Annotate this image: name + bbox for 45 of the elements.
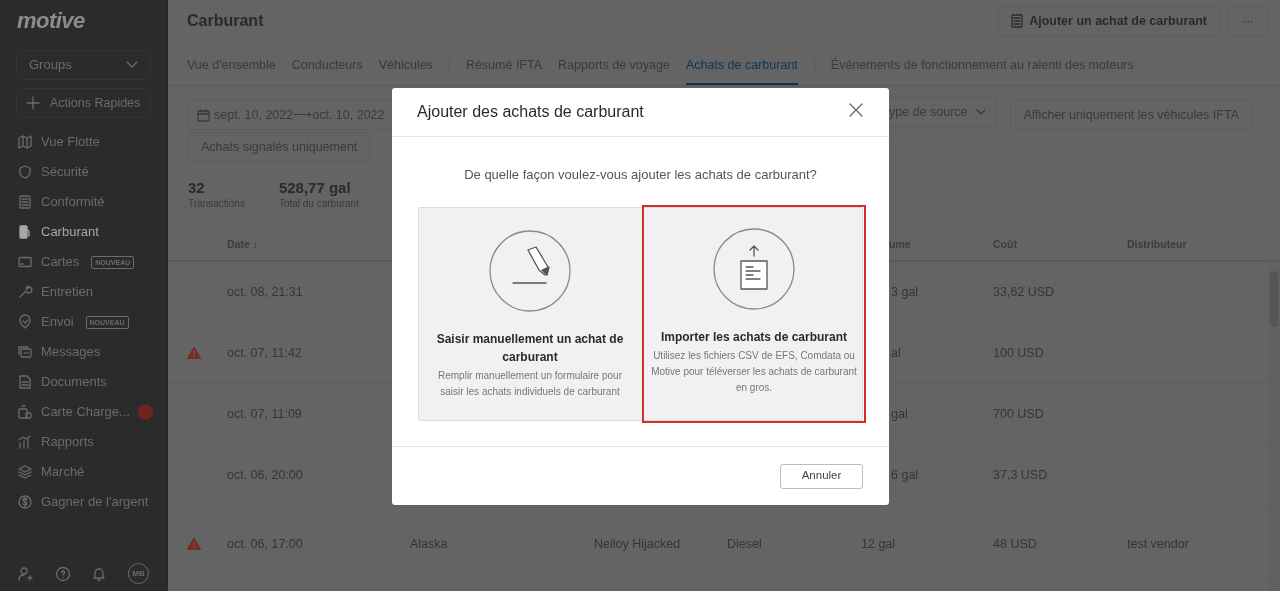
card-icon — [17, 254, 33, 270]
document-icon — [17, 374, 33, 390]
dollar-coin-icon — [17, 494, 33, 510]
sidebar-item[interactable]: Vue Flotte — [0, 127, 167, 157]
quick-actions-button[interactable]: Actions Rapides — [16, 88, 151, 118]
option-card[interactable]: Importer les achats de carburant Utilisez les fichiers CSV de EFS, Comdata ou Motive pour téléverser les achats de carburant en gros. — [643, 205, 865, 422]
tab[interactable]: Achats de carburant — [685, 48, 798, 85]
sidebar-item[interactable]: Rapports — [0, 427, 167, 457]
sidebar-item[interactable]: Conformité — [0, 187, 167, 217]
sidebar-item[interactable]: Carburant — [0, 217, 167, 247]
stat-value: 32 — [188, 178, 206, 198]
sidebar-item[interactable]: Documents — [0, 367, 167, 397]
sidebar-item[interactable]: Carte Charge... — [0, 397, 167, 427]
cancel-button[interactable]: Annuler — [780, 463, 863, 489]
shield-icon — [17, 164, 33, 180]
help-icon — [54, 565, 71, 582]
chevron-down-icon — [126, 61, 138, 69]
chevron-down-icon — [975, 109, 986, 115]
wrench-icon — [17, 284, 33, 300]
dialog-question: De quelle façon voulez-vous ajouter les achats de carburant? — [463, 166, 818, 184]
option-card[interactable]: Saisir manuellement un achat de carburant Remplir manuellement un formulaire pour saisir les achats individuels de carburant — [419, 207, 641, 420]
bar-chart-icon — [17, 434, 33, 450]
plus-icon — [26, 96, 40, 110]
map-icon — [17, 134, 33, 150]
layers-icon — [17, 464, 33, 480]
more-button[interactable]: ··· — [1228, 6, 1268, 36]
sidebar-item[interactable]: Entretien — [0, 277, 167, 307]
pencil-icon — [489, 229, 571, 312]
document-upload-icon — [713, 227, 795, 310]
charging-card-icon — [17, 404, 33, 420]
sidebar-item[interactable]: Messages — [0, 337, 167, 367]
page-title: Carburant — [187, 11, 264, 31]
chat-icon — [17, 344, 33, 360]
sidebar-item[interactable]: Marché — [0, 457, 167, 487]
sidebar-item[interactable]: Gagner de l'argent — [0, 487, 167, 517]
sidebar-item[interactable]: Sécurité — [0, 157, 167, 187]
document-icon — [17, 194, 33, 210]
stat-value: 528,77 gal — [278, 178, 352, 198]
logo: motive — [17, 8, 85, 34]
close-icon — [849, 103, 863, 117]
groups-dropdown[interactable]: Groups — [16, 50, 151, 80]
document-icon — [1011, 14, 1024, 28]
calendar-icon — [197, 108, 210, 122]
location-pin-icon — [17, 314, 33, 330]
add-purchase-button[interactable]: Ajouter un achat de carburant — [998, 6, 1220, 36]
